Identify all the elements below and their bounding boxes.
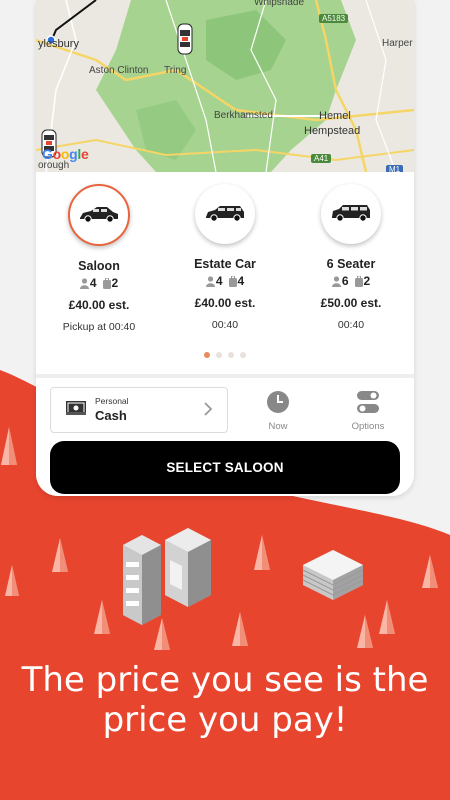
pagination-dot[interactable] xyxy=(228,352,234,358)
vehicle-option-estate-car[interactable]: Estate Car 4 4 £40.00 est. 00:40 xyxy=(170,184,280,331)
building-icon xyxy=(302,550,364,600)
pagination-dots xyxy=(36,352,414,358)
map-label-hempstead: Hempstead xyxy=(304,125,361,137)
vehicle-pickup-time: Pickup at 00:40 xyxy=(62,321,136,333)
clock-icon xyxy=(267,391,289,413)
passenger-count: 6 xyxy=(341,274,349,288)
divider xyxy=(36,374,414,378)
passenger-count: 4 xyxy=(89,276,97,290)
tree-icon xyxy=(254,535,270,570)
road-badge-a5183: A5183 xyxy=(319,14,349,23)
tree-icon xyxy=(422,555,438,588)
tagline-line-2: price you pay! xyxy=(102,700,348,740)
vehicle-price: £40.00 est. xyxy=(194,296,256,310)
google-logo: Google xyxy=(42,146,89,162)
tree-icon xyxy=(5,565,19,596)
cash-icon xyxy=(66,401,86,415)
luggage-icon xyxy=(354,275,363,287)
booking-sheet: Saloon 4 2 £40.00 est. Pickup at 00:40 E… xyxy=(36,172,414,496)
road-badge-m1: M1 xyxy=(386,165,404,172)
luggage-icon xyxy=(102,277,111,289)
map-label-aylesbury: ylesbury xyxy=(38,38,79,50)
vehicle-pickup-time: 00:40 xyxy=(211,319,239,331)
taxi-marker-icon xyxy=(177,23,193,55)
tagline-line-1: The price you see is the xyxy=(21,660,429,700)
bag-count: 2 xyxy=(111,276,119,290)
tree-icon xyxy=(52,538,68,572)
tree-icon xyxy=(232,612,248,646)
bag-count: 2 xyxy=(363,274,371,288)
options-button[interactable]: Options xyxy=(338,390,398,432)
vehicle-pickup-time: 00:40 xyxy=(337,319,365,331)
map-label-tring: Tring xyxy=(164,65,187,76)
luggage-icon xyxy=(228,275,237,287)
vehicle-option-6-seater[interactable]: 6 Seater 6 2 £50.00 est. 00:40 xyxy=(296,184,406,331)
payment-method-selector[interactable]: Personal Cash xyxy=(50,387,228,433)
tree-icon xyxy=(94,600,110,634)
passenger-icon xyxy=(331,275,341,287)
vehicle-circle[interactable] xyxy=(68,184,130,246)
phone-screen: ylesbury Whipsnade Harper Aston Clinton … xyxy=(36,0,414,496)
tree-icon xyxy=(1,427,17,465)
passenger-count: 4 xyxy=(215,274,223,288)
estate-car-icon xyxy=(206,206,244,222)
tree-icon xyxy=(357,615,373,648)
vehicle-price: £40.00 est. xyxy=(68,298,130,312)
city-illustration xyxy=(5,528,438,650)
map-label-harpenden: Harper xyxy=(382,38,413,49)
vehicle-circle[interactable] xyxy=(195,184,255,244)
payment-method: Cash xyxy=(95,408,127,423)
building-icon xyxy=(165,528,211,607)
vehicle-price: £50.00 est. xyxy=(320,296,382,310)
map-label-aston-clinton: Aston Clinton xyxy=(89,65,149,76)
toggle-options-icon xyxy=(357,391,379,413)
map-view[interactable]: ylesbury Whipsnade Harper Aston Clinton … xyxy=(36,0,414,172)
tree-icon xyxy=(379,600,395,634)
building-icon xyxy=(123,535,161,625)
saloon-car-icon xyxy=(80,207,118,223)
vehicle-name: 6 Seater xyxy=(326,257,376,271)
pagination-dot[interactable] xyxy=(204,352,210,358)
options-label: Options xyxy=(351,421,385,432)
tree-icon xyxy=(154,618,170,650)
map-label-whipsnade: Whipsnade xyxy=(254,0,305,8)
road-badge-a41: A41 xyxy=(311,154,332,163)
pagination-dot[interactable] xyxy=(216,352,222,358)
now-button[interactable]: Now xyxy=(248,390,308,432)
map-label-berkhamsted: Berkhamsted xyxy=(214,110,273,121)
chevron-right-icon xyxy=(204,402,213,416)
vehicle-circle[interactable] xyxy=(321,184,381,244)
map-label-hemel: Hemel xyxy=(319,110,351,122)
passenger-icon xyxy=(205,275,215,287)
vehicle-option-saloon[interactable]: Saloon 4 2 £40.00 est. Pickup at 00:40 xyxy=(44,184,154,333)
payment-type: Personal xyxy=(95,396,129,406)
select-vehicle-button[interactable]: SELECT SALOON xyxy=(50,441,400,494)
vehicle-name: Saloon xyxy=(78,259,120,273)
passenger-icon xyxy=(79,277,89,289)
vehicle-name: Estate Car xyxy=(194,257,256,271)
bag-count: 4 xyxy=(237,274,245,288)
now-label: Now xyxy=(268,421,288,432)
people-carrier-icon xyxy=(332,205,370,222)
pagination-dot[interactable] xyxy=(240,352,246,358)
tagline: The price you see is the price you pay! xyxy=(0,660,450,740)
